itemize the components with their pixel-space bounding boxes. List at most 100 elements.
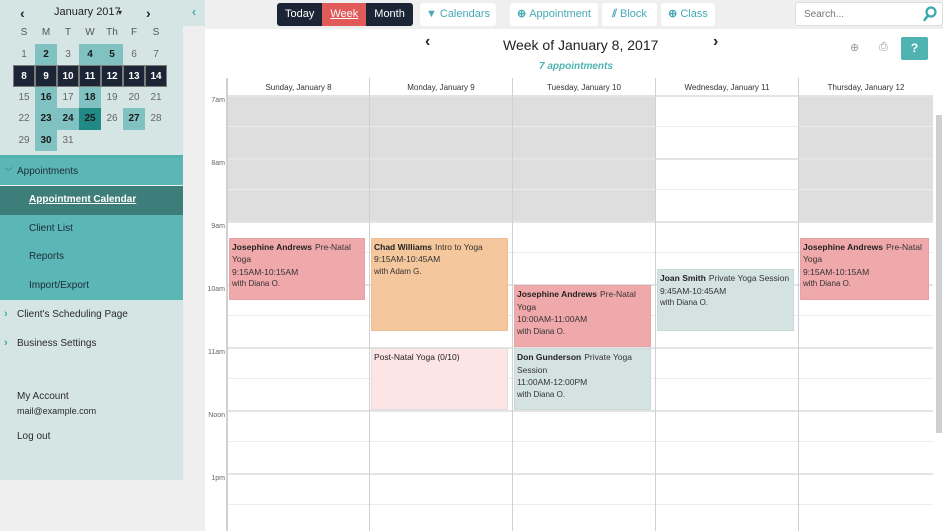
appointment-block[interactable]: Don Gunderson Private Yoga Session 11:00AM… <box>514 348 651 410</box>
mini-calendar-day[interactable]: 27 <box>123 108 145 130</box>
nav-group-header[interactable]: ﹀ Appointments <box>0 158 183 186</box>
half-hour-line <box>227 189 933 190</box>
prev-month-icon[interactable]: ‹ <box>20 5 25 21</box>
mini-calendar-day[interactable]: 24 <box>57 108 79 130</box>
weekday-label: F <box>130 27 138 38</box>
hour-label: 9am <box>211 223 225 230</box>
sidebar-item-import-export[interactable]: Import/Export <box>0 272 183 301</box>
mini-calendar-day[interactable]: 23 <box>35 108 57 130</box>
client-name: Josephine Andrews <box>232 241 312 252</box>
appointment-title-line: Josephine Andrews Pre-Natal Yoga <box>517 288 648 313</box>
mini-calendar-day[interactable]: 26 <box>101 108 123 130</box>
sidebar-item-reports[interactable]: Reports <box>0 243 183 272</box>
appointment-count: 7 appointments <box>539 61 613 72</box>
collapse-sidebar-button[interactable]: ‹ <box>183 0 205 26</box>
appointment-block[interactable]: Joan Smith Private Yoga Session 9:45AM-10:… <box>657 269 794 332</box>
staff-name: with Diana O. <box>517 389 566 399</box>
week-view-tab[interactable]: Week <box>322 3 367 26</box>
mini-calendar-day[interactable]: 31 <box>57 130 79 152</box>
chevron-right-icon: › <box>4 308 8 320</box>
client-name: Joan Smith <box>660 273 706 284</box>
class-block[interactable]: Post-Natal Yoga (0/10) <box>371 348 508 410</box>
mini-calendar-day[interactable]: 21 <box>145 87 167 109</box>
mini-calendar-day[interactable]: 29 <box>13 130 35 152</box>
new-appointment-button[interactable]: ⊕ Appointment <box>510 3 598 26</box>
client-name: Josephine Andrews <box>803 241 883 252</box>
calendars-filter-button[interactable]: ▼ Calendars <box>420 3 496 26</box>
prev-week-icon[interactable]: ‹ <box>425 33 430 51</box>
mini-calendar-day[interactable]: 22 <box>13 108 35 130</box>
hour-line <box>227 95 933 97</box>
day-header: Monday, January 9 <box>369 78 512 95</box>
search-icon[interactable] <box>922 5 938 23</box>
mini-calendar-day[interactable]: 13 <box>123 65 145 87</box>
next-week-icon[interactable]: › <box>713 33 718 51</box>
mini-calendar-day[interactable]: 2 <box>35 43 57 65</box>
mini-calendar-day[interactable]: 9 <box>35 65 57 87</box>
mini-calendar-week: 8 9 10 11 12 13 14 <box>13 65 167 87</box>
appointment-block[interactable]: Josephine Andrews Pre-Natal Yoga 9:15AM-10… <box>229 237 365 300</box>
month-view-tab[interactable]: Month <box>366 3 413 26</box>
mini-calendar-day[interactable]: 25 <box>79 108 101 130</box>
mini-calendar-day[interactable]: 15 <box>13 87 35 109</box>
appointment-block[interactable]: Chad Williams Intro to Yoga 9:15AM-10:45AM… <box>371 237 508 332</box>
zoom-icon[interactable]: ⊕ <box>850 41 859 54</box>
mini-calendar-day[interactable]: 8 <box>13 65 35 87</box>
week-title: Week of January 8, 2017 <box>503 37 659 53</box>
scrollbar[interactable] <box>936 115 942 433</box>
next-month-icon[interactable]: › <box>146 5 151 21</box>
mini-calendar-day[interactable]: 17 <box>57 87 79 109</box>
month-selector[interactable]: January 2017 <box>54 6 121 18</box>
mini-calendar-day[interactable]: 30 <box>35 129 57 151</box>
mini-calendar-day[interactable]: 5 <box>101 43 123 65</box>
appointment-time: 9:15AM-10:45AM <box>374 254 441 265</box>
mini-calendar-week: 15 16 17 18 19 20 21 <box>13 86 167 109</box>
print-icon[interactable]: ⎙ <box>879 41 888 54</box>
block-time-button[interactable]: ⫽ Block <box>602 3 657 26</box>
appointment-block[interactable]: Josephine Andrews Pre-Natal Yoga 10:00AM-1… <box>514 285 651 347</box>
search-input[interactable] <box>796 3 916 25</box>
staff-name: with Diana O. <box>517 326 566 336</box>
appointment-block[interactable]: Josephine Andrews Pre-Natal Yoga 9:15AM-10… <box>800 237 929 300</box>
half-hour-line <box>227 441 933 442</box>
mini-calendar-day[interactable]: 3 <box>57 44 79 66</box>
mini-calendar-day[interactable]: 1 <box>13 44 35 66</box>
weekday-label: M <box>41 27 51 38</box>
mini-calendar-day[interactable]: 6 <box>123 44 145 66</box>
caret-down-icon[interactable]: ▾ <box>118 8 122 17</box>
mini-calendar-day[interactable]: 4 <box>79 43 101 65</box>
sidebar-item-client-list[interactable]: Client List <box>0 215 183 244</box>
logout-link[interactable]: Log out <box>17 431 50 442</box>
column-divider <box>369 78 370 531</box>
mini-calendar-day[interactable]: 7 <box>145 44 167 66</box>
mini-calendar-day[interactable]: 11 <box>79 65 101 87</box>
hour-label: 11am <box>208 349 225 356</box>
sidebar-link-scheduling-page[interactable]: › Client's Scheduling Page <box>0 300 183 329</box>
nav-group-label: Appointments <box>17 166 79 177</box>
appointment-label: Appointment <box>529 8 591 20</box>
mini-calendar-day[interactable]: 28 <box>145 108 167 130</box>
half-hour-line <box>227 126 933 127</box>
mini-calendar-week: 1234567 <box>13 43 167 66</box>
week-grid: 7am 8am 9am 10am 11am Noon 1pm Sunday, January … <box>205 78 933 531</box>
mini-calendar-day[interactable]: 16 <box>35 86 57 108</box>
sidebar-item-appointment-calendar[interactable]: Appointment Calendar <box>0 186 183 215</box>
mini-calendar-day[interactable]: 14 <box>145 65 167 87</box>
mini-calendar-day[interactable]: 19 <box>101 87 123 109</box>
mini-calendar-day[interactable]: 20 <box>123 87 145 109</box>
mini-calendar-day[interactable]: 10 <box>57 65 79 87</box>
class-label: Class <box>680 8 708 20</box>
mini-calendar-day[interactable]: 12 <box>101 65 123 87</box>
sidebar-link-business-settings[interactable]: › Business Settings <box>0 329 183 358</box>
gutter-divider <box>226 78 227 531</box>
today-button[interactable]: Today <box>277 3 322 26</box>
help-button[interactable]: ? <box>901 37 928 60</box>
my-account-link[interactable]: My Account <box>17 391 69 402</box>
sidebar-nav: ﹀ Appointments Appointment Calendar Clie… <box>0 158 183 358</box>
appointment-time: 10:00AM-11:00AM <box>517 314 588 324</box>
mini-calendar-day[interactable]: 18 <box>79 86 101 108</box>
chevron-left-icon: ‹ <box>191 4 197 19</box>
new-class-button[interactable]: ⊕ Class <box>661 3 715 26</box>
hour-label: 1pm <box>211 475 225 482</box>
nav-group-appointments: ﹀ Appointments Appointment Calendar Clie… <box>0 158 183 300</box>
